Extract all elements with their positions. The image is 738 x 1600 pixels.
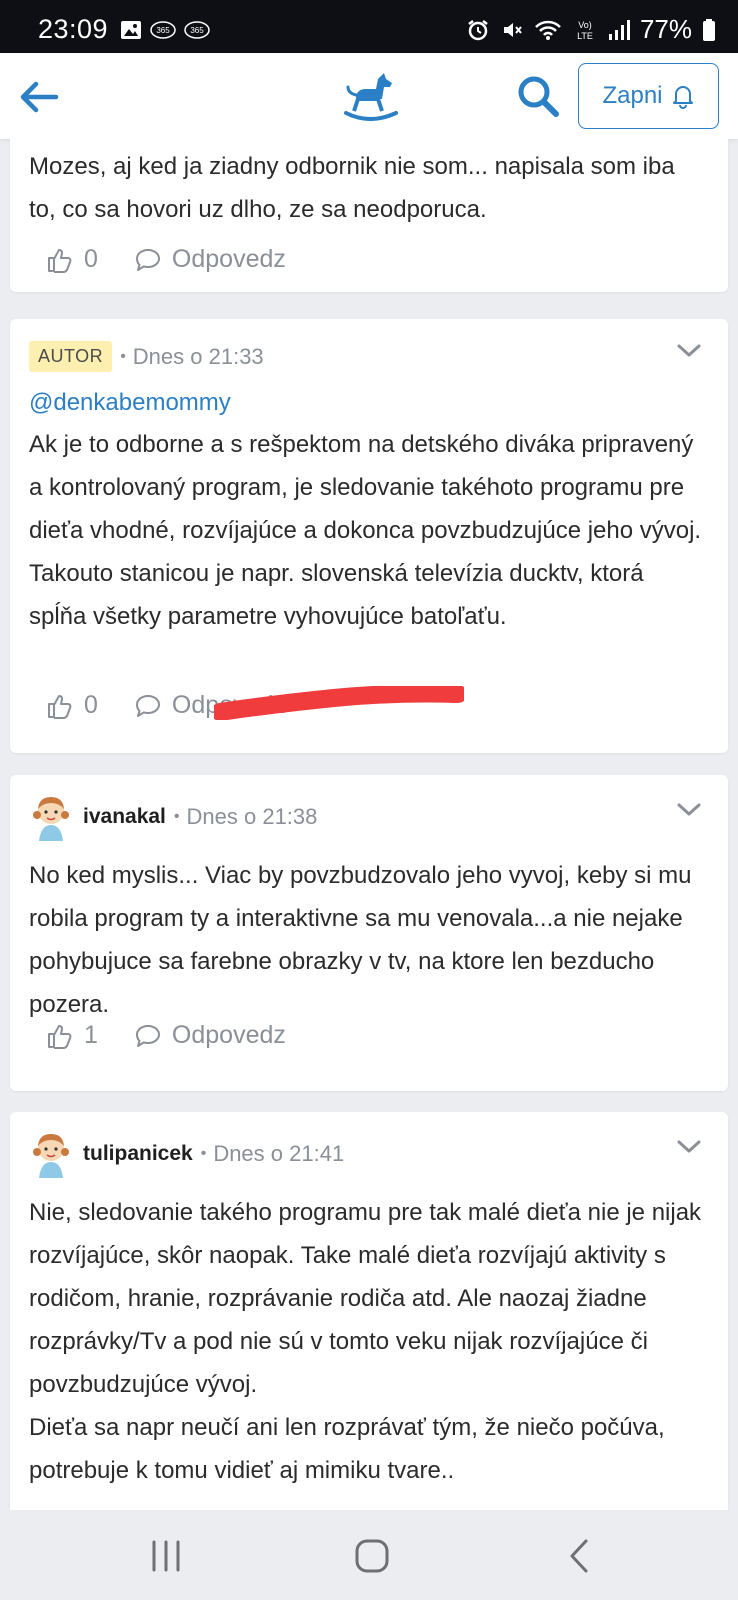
chevron-down-icon[interactable] <box>674 336 704 366</box>
like-button[interactable]: 0 <box>46 245 98 274</box>
comment-meta: AUTOR • Dnes o 21:33 <box>29 341 264 372</box>
comment-actions: 1 Odpovedz <box>46 1021 286 1050</box>
red-scribble-annotation <box>214 686 464 720</box>
thumbs-up-icon <box>48 1024 72 1049</box>
recent-apps-icon[interactable] <box>146 1536 186 1576</box>
avatar <box>33 797 69 841</box>
like-count: 1 <box>84 1021 98 1049</box>
battery-icon <box>703 18 715 41</box>
rocking-horse-logo-icon[interactable] <box>340 69 400 121</box>
status-bar: 23:09 365 365 Vo) LTE 77% <box>0 0 738 53</box>
like-button[interactable]: 1 <box>46 1021 98 1050</box>
username[interactable]: tulipanicek <box>83 1142 193 1166</box>
mute-icon <box>503 22 522 37</box>
365-icon: 365 <box>150 21 176 39</box>
comment-body: No ked myslis... Viac by povzbudzovalo j… <box>29 862 692 1018</box>
notifications-on-button[interactable]: Zapni <box>578 63 719 129</box>
svg-text:365: 365 <box>156 26 170 35</box>
like-count: 0 <box>84 245 98 273</box>
comment-meta: tulipanicek • Dnes o 21:41 <box>29 1130 344 1178</box>
bell-icon <box>672 86 693 109</box>
home-icon[interactable] <box>352 1536 392 1576</box>
comment-body: Nie, sledovanie takého programu pre tak … <box>29 1199 702 1484</box>
status-left-icons: 365 365 <box>120 20 210 40</box>
username[interactable]: ivanakal <box>83 805 166 829</box>
volte-icon: Vo)LTE <box>577 20 593 41</box>
reply-button[interactable]: Odpovedz <box>134 245 286 274</box>
365-icon: 365 <box>184 21 210 39</box>
status-right-icons: Vo) LTE 77% <box>466 14 716 45</box>
speech-bubble-icon <box>135 694 160 717</box>
svg-text:Vo): Vo) <box>578 20 592 30</box>
speech-bubble-icon <box>135 248 160 271</box>
like-count: 0 <box>84 691 98 719</box>
mention-link[interactable]: @denkabemommy <box>29 389 231 417</box>
thumbs-up-icon <box>48 694 72 719</box>
status-time: 23:09 <box>38 14 109 44</box>
app-bar: Zapni <box>0 53 738 139</box>
wifi-icon <box>535 20 561 40</box>
comment-card: tulipanicek • Dnes o 21:41 Nie, sledovan… <box>10 1112 728 1510</box>
comment-time: Dnes o 21:41 <box>213 1141 345 1166</box>
system-navigation-bar <box>0 1510 738 1600</box>
back-arrow-icon[interactable] <box>16 74 62 120</box>
speech-bubble-icon <box>135 1024 160 1047</box>
author-badge: AUTOR <box>29 341 113 372</box>
comment-card: ivanakal • Dnes o 21:38 No ked myslis...… <box>10 775 728 1091</box>
comment-card: Mozes, aj ked ja ziadny odbornik nie som… <box>10 139 728 292</box>
avatar <box>33 1134 69 1178</box>
image-icon <box>121 21 141 39</box>
comment-body: Ak je to odborne a s rešpektom na detské… <box>29 431 702 630</box>
comment-actions: 0 Odpovedz <box>46 245 286 274</box>
comment-time: Dnes o 21:33 <box>132 343 264 369</box>
like-button[interactable]: 0 <box>46 691 98 720</box>
battery-percent: 77% <box>639 14 692 44</box>
reply-label: Odpovedz <box>171 1021 286 1049</box>
chevron-down-icon[interactable] <box>674 1132 704 1162</box>
svg-text:LTE: LTE <box>577 31 593 41</box>
svg-text:365: 365 <box>190 26 204 35</box>
comment-body: Mozes, aj ked ja ziadny odbornik nie som… <box>29 153 675 223</box>
alarm-icon <box>468 19 488 40</box>
thumbs-up-icon <box>48 248 72 273</box>
search-icon[interactable] <box>515 73 561 119</box>
comment-time: Dnes o 21:38 <box>186 804 318 829</box>
notifications-button-label: Zapni <box>602 82 663 109</box>
signal-icon <box>608 19 630 40</box>
reply-button[interactable]: Odpovedz <box>134 1021 286 1050</box>
reply-label: Odpovedz <box>171 245 286 273</box>
chevron-down-icon[interactable] <box>674 795 704 825</box>
comment-meta: ivanakal • Dnes o 21:38 <box>29 793 317 841</box>
back-icon[interactable] <box>560 1536 600 1576</box>
